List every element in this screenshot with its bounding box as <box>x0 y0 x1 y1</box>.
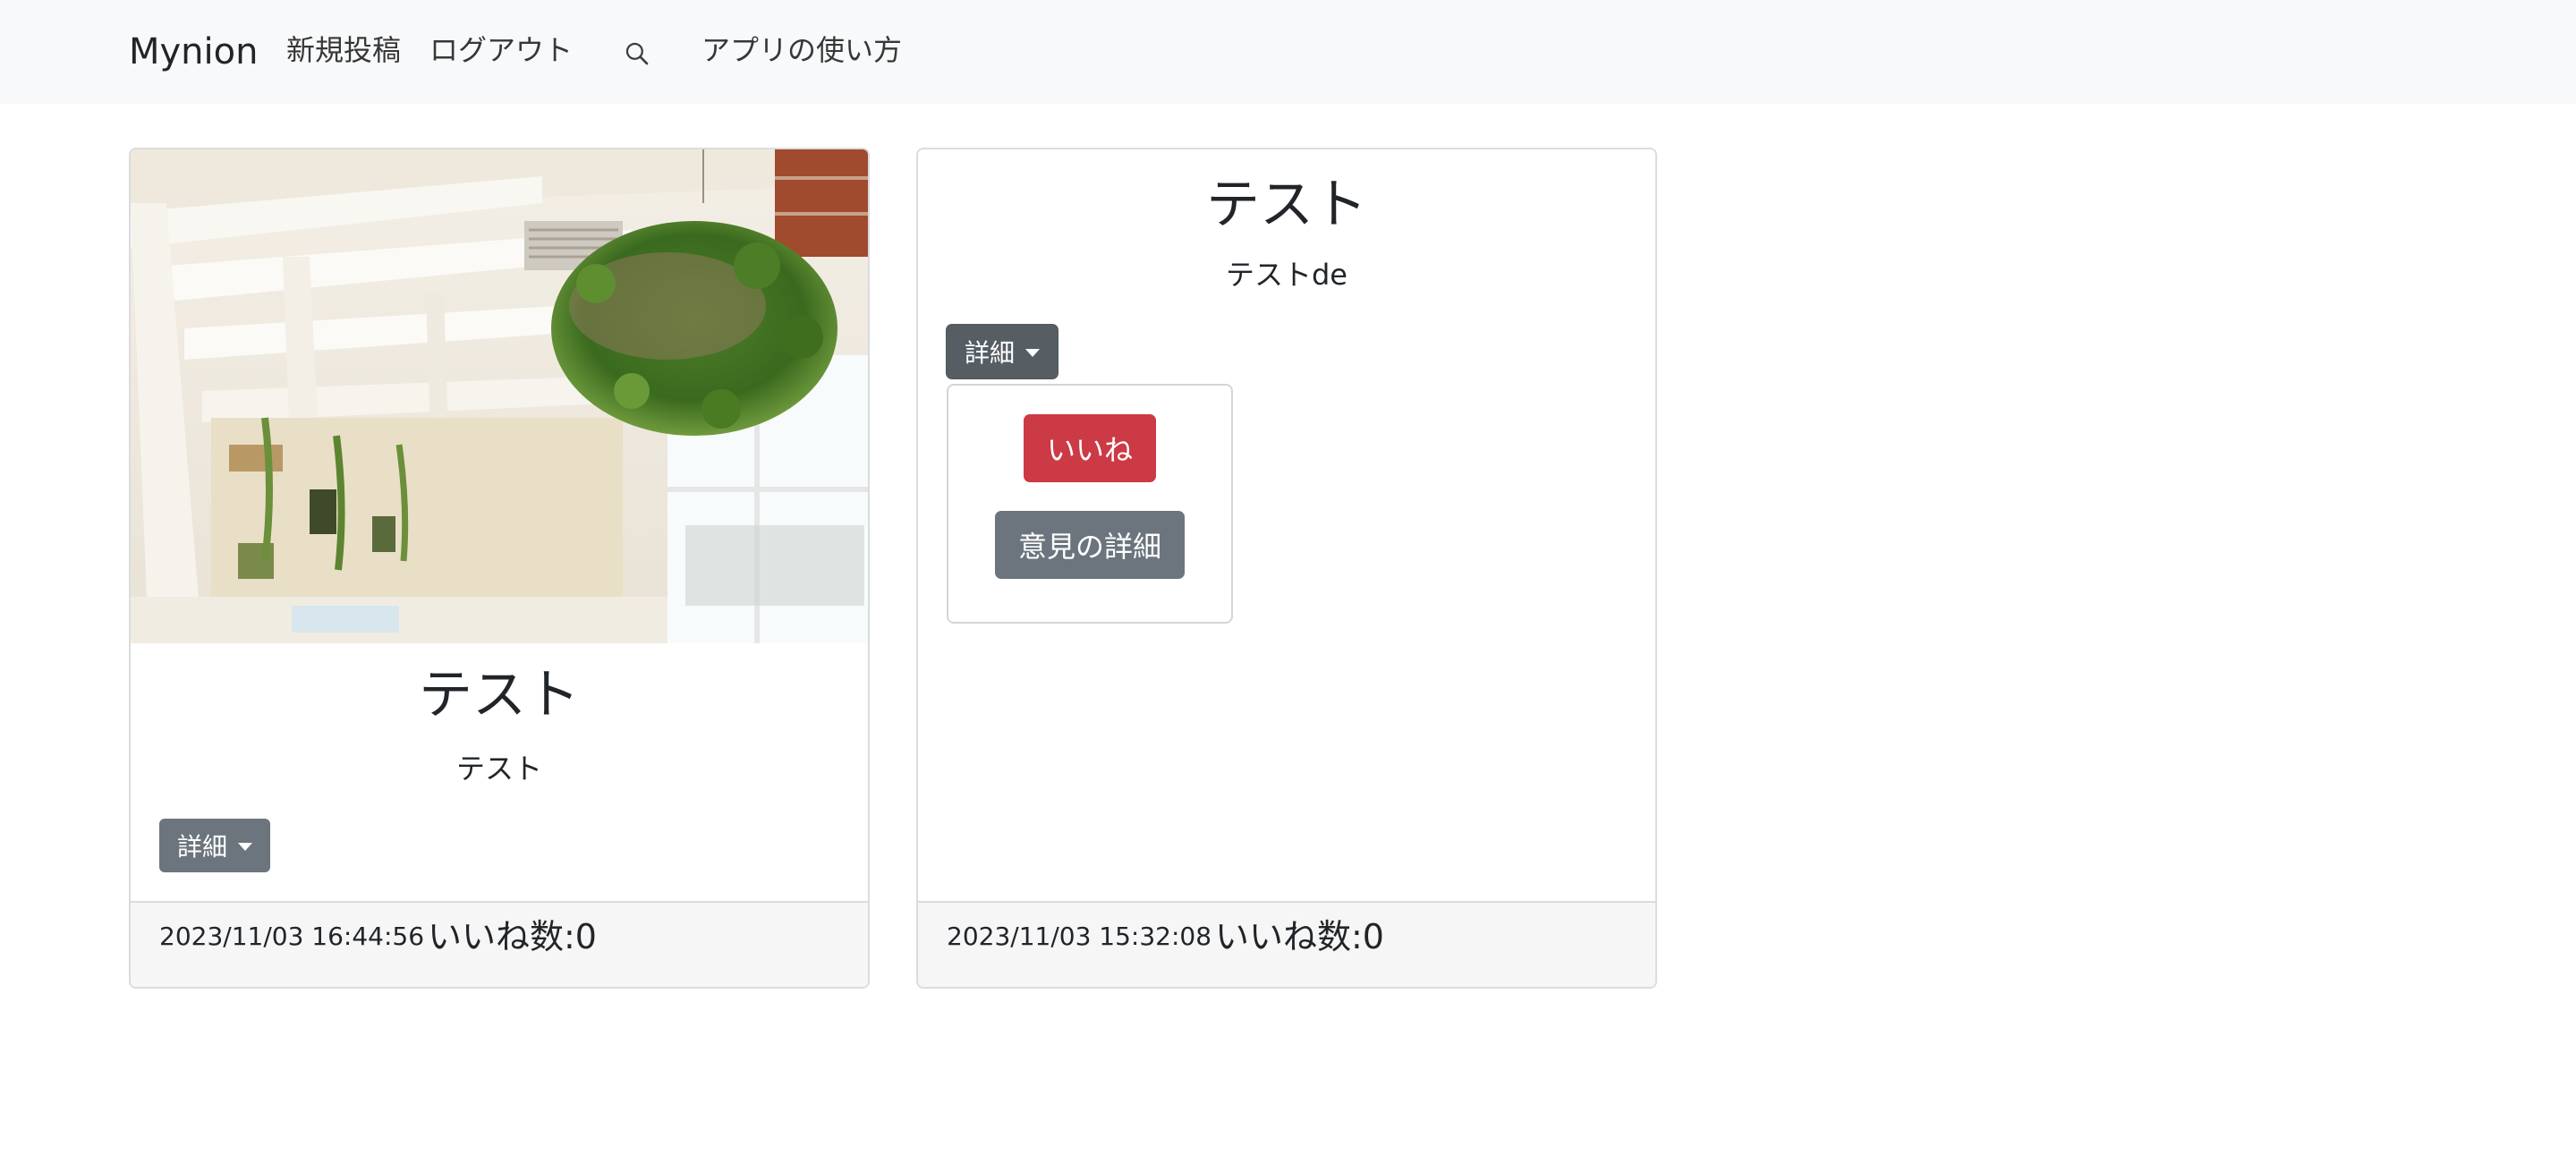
detail-button-label: 詳細 <box>964 338 1015 368</box>
post-date: 2023/11/03 15:32:08 <box>947 922 1212 951</box>
post-image <box>131 149 868 643</box>
brand-link[interactable]: Mynion <box>129 25 258 79</box>
detail-button-label: 詳細 <box>176 832 227 862</box>
caret-down-icon <box>238 842 252 851</box>
navbar: Mynion 新規投稿 ログアウト アプリの使い方 <box>0 0 2576 104</box>
post-card: テスト テストde 詳細 いいね 意見の詳細 2023/11/03 15:32:… <box>916 148 1657 989</box>
opinion-detail-button[interactable]: 意見の詳細 <box>995 511 1185 579</box>
detail-dropdown-menu: いいね 意見の詳細 <box>947 384 1233 624</box>
nav-new-post[interactable]: 新規投稿 <box>286 25 401 75</box>
card-footer: 2023/11/03 15:32:08 いいね数:0 <box>918 901 1655 987</box>
like-button[interactable]: いいね <box>1024 414 1156 482</box>
detail-dropdown-button[interactable]: 詳細 <box>159 819 270 872</box>
post-date: 2023/11/03 16:44:56 <box>159 922 425 951</box>
post-title: テスト <box>419 664 580 726</box>
search-icon[interactable] <box>619 36 655 72</box>
caret-down-icon <box>1025 348 1040 357</box>
card-footer: 2023/11/03 16:44:56 いいね数:0 <box>131 901 868 987</box>
like-count: いいね数:0 <box>428 917 597 956</box>
nav-help[interactable]: アプリの使い方 <box>701 25 902 75</box>
like-count: いいね数:0 <box>1215 917 1384 956</box>
post-card: テスト テスト 詳細 2023/11/03 16:44:56 いいね数:0 <box>129 148 870 989</box>
post-title: テスト <box>1206 174 1367 236</box>
detail-dropdown-button[interactable]: 詳細 <box>947 325 1058 378</box>
post-text: テスト <box>455 752 542 786</box>
nav-logout[interactable]: ログアウト <box>429 25 573 75</box>
post-text: テストde <box>1225 258 1348 292</box>
